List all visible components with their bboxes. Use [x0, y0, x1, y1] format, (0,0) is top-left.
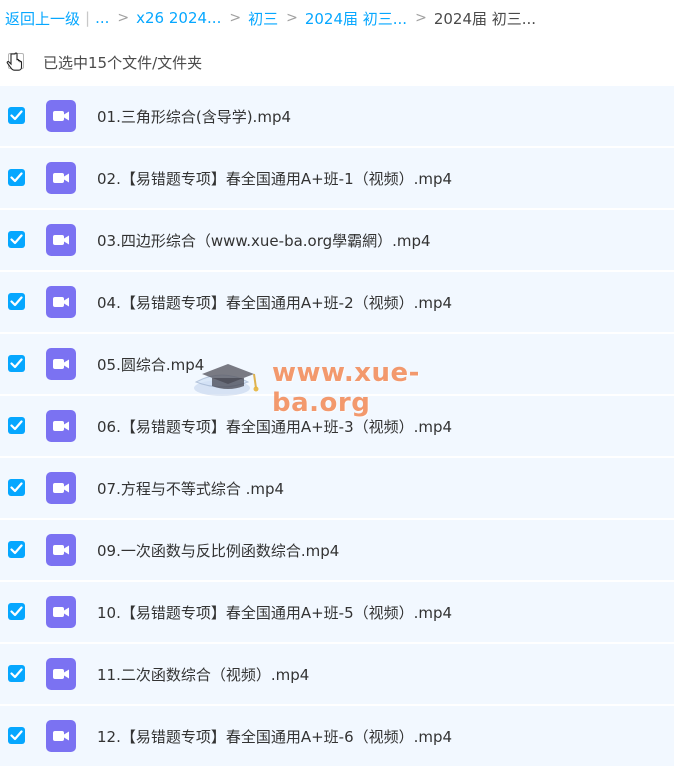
- checkmark-icon: [10, 296, 23, 307]
- file-name: 05.圆综合.mp4: [97, 356, 205, 374]
- video-file-icon: [46, 162, 76, 194]
- video-file-icon: [46, 100, 76, 132]
- file-checkbox[interactable]: [8, 417, 25, 434]
- video-file-icon: [46, 658, 76, 690]
- file-checkbox[interactable]: [8, 293, 25, 310]
- file-row[interactable]: 09.一次函数与反比例函数综合.mp4: [0, 520, 674, 582]
- file-row[interactable]: 01.三角形综合(含导学).mp4: [0, 86, 674, 148]
- video-file-icon: [46, 348, 76, 380]
- breadcrumb-divider: |: [85, 9, 91, 27]
- file-list: 01.三角形综合(含导学).mp4 02.【易错题专项】春全国通用A+班-1（视…: [0, 86, 674, 768]
- video-file-icon: [46, 596, 76, 628]
- breadcrumb-separator: >: [286, 10, 298, 26]
- video-file-icon: [46, 410, 76, 442]
- file-checkbox[interactable]: [8, 479, 25, 496]
- checkmark-icon: [10, 110, 23, 121]
- hand-cursor-icon: [6, 52, 23, 71]
- checkmark-icon: [10, 668, 23, 679]
- checkmark-icon: [10, 358, 23, 369]
- video-file-icon: [46, 286, 76, 318]
- checkmark-icon: [10, 172, 23, 183]
- checkmark-icon: [10, 606, 23, 617]
- file-row[interactable]: 10.【易错题专项】春全国通用A+班-5（视频）.mp4: [0, 582, 674, 644]
- file-checkbox[interactable]: [8, 231, 25, 248]
- breadcrumb-separator: >: [117, 10, 130, 26]
- breadcrumb: 返回上一级 | ... > x26 2024... > 初三 > 2024届 初…: [5, 8, 536, 28]
- file-checkbox[interactable]: [8, 541, 25, 558]
- breadcrumb-item-2024-chusan[interactable]: 2024届 初三...: [305, 8, 407, 29]
- file-name: 01.三角形综合(含导学).mp4: [97, 108, 292, 126]
- file-checkbox[interactable]: [8, 603, 25, 620]
- video-file-icon: [46, 472, 76, 504]
- back-link[interactable]: 返回上一级: [5, 8, 80, 29]
- file-row[interactable]: 04.【易错题专项】春全国通用A+班-2（视频）.mp4: [0, 272, 674, 334]
- file-checkbox[interactable]: [8, 107, 25, 124]
- file-name: 07.方程与不等式综合 .mp4: [97, 480, 285, 498]
- checkmark-icon: [10, 234, 23, 245]
- file-name: 09.一次函数与反比例函数综合.mp4: [97, 542, 340, 560]
- file-name: 11.二次函数综合（视频）.mp4: [97, 666, 310, 684]
- checkmark-icon: [10, 544, 23, 555]
- file-name: 03.四边形综合（www.xue-ba.org學霸網）.mp4: [97, 232, 431, 250]
- checkmark-icon: [10, 730, 23, 741]
- selection-bar: 已选中15个文件/文件夹: [0, 44, 674, 80]
- breadcrumb-current: 2024届 初三...: [433, 9, 537, 28]
- checkmark-icon: [10, 420, 23, 431]
- breadcrumb-item-x26[interactable]: x26 2024...: [136, 9, 221, 27]
- file-row[interactable]: 07.方程与不等式综合 .mp4: [0, 458, 674, 520]
- file-name: 12.【易错题专项】春全国通用A+班-6（视频）.mp4: [97, 728, 453, 746]
- checkmark-icon: [10, 482, 23, 493]
- file-row[interactable]: 02.【易错题专项】春全国通用A+班-1（视频）.mp4: [0, 148, 674, 210]
- video-file-icon: [46, 720, 76, 752]
- file-checkbox[interactable]: [8, 355, 25, 372]
- selection-count: 已选中15个文件/文件夹: [43, 54, 203, 72]
- file-row[interactable]: 12.【易错题专项】春全国通用A+班-6（视频）.mp4: [0, 706, 674, 768]
- file-row[interactable]: 05.圆综合.mp4: [0, 334, 674, 396]
- breadcrumb-separator: >: [415, 10, 427, 26]
- file-name: 06.【易错题专项】春全国通用A+班-3（视频）.mp4: [97, 418, 453, 436]
- breadcrumb-ellipsis[interactable]: ...: [95, 9, 109, 27]
- file-checkbox[interactable]: [8, 665, 25, 682]
- video-file-icon: [46, 534, 76, 566]
- file-row[interactable]: 11.二次函数综合（视频）.mp4: [0, 644, 674, 706]
- file-name: 04.【易错题专项】春全国通用A+班-2（视频）.mp4: [97, 294, 453, 312]
- file-name: 02.【易错题专项】春全国通用A+班-1（视频）.mp4: [97, 170, 453, 188]
- file-row[interactable]: 03.四边形综合（www.xue-ba.org學霸網）.mp4: [0, 210, 674, 272]
- file-checkbox[interactable]: [8, 727, 25, 744]
- file-checkbox[interactable]: [8, 169, 25, 186]
- breadcrumb-item-chusan[interactable]: 初三: [248, 8, 278, 29]
- file-name: 10.【易错题专项】春全国通用A+班-5（视频）.mp4: [97, 604, 453, 622]
- video-file-icon: [46, 224, 76, 256]
- file-row[interactable]: 06.【易错题专项】春全国通用A+班-3（视频）.mp4: [0, 396, 674, 458]
- breadcrumb-separator: >: [229, 10, 242, 26]
